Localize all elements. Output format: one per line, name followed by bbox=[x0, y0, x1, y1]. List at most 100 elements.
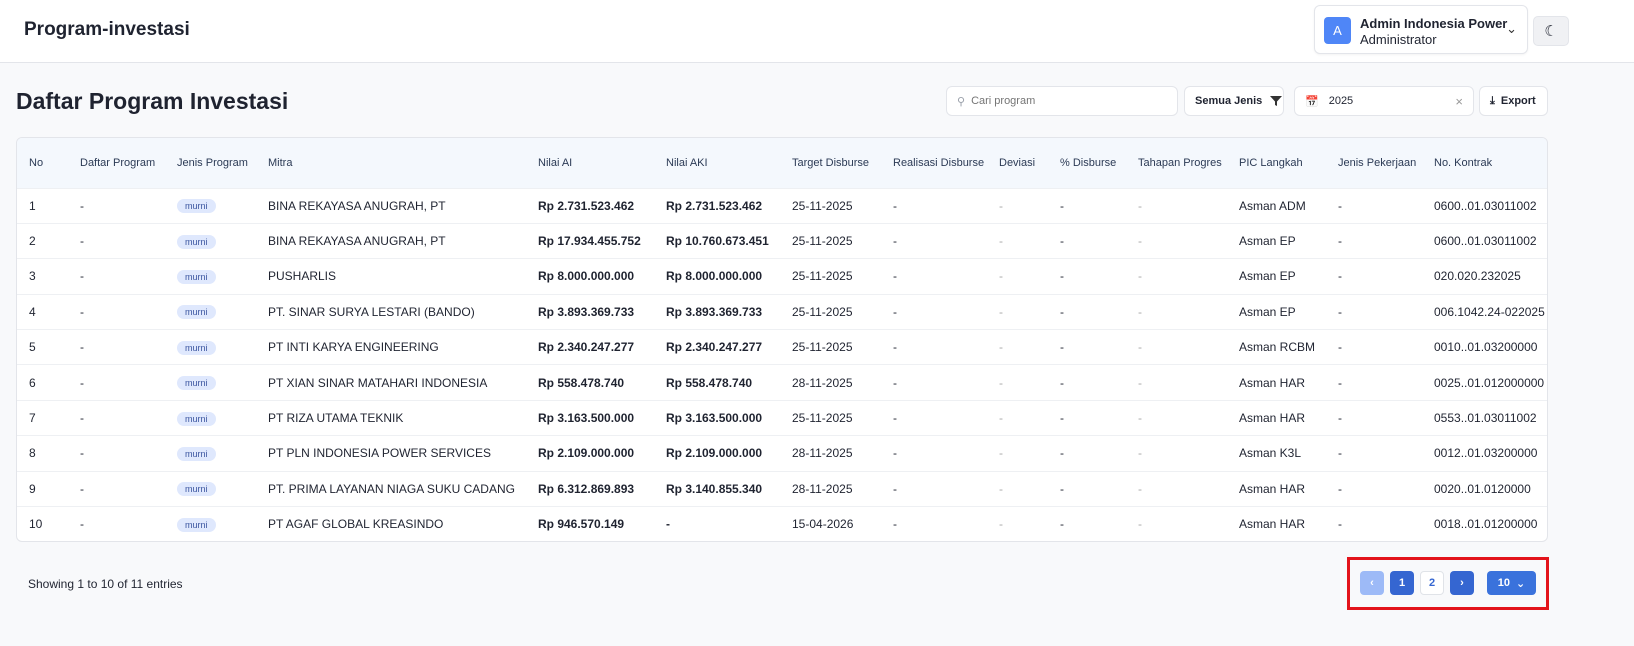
cell-mitra: PUSHARLIS bbox=[256, 258, 526, 295]
app-title: Program-investasi bbox=[24, 19, 190, 40]
column-header: Tahapan Progres bbox=[1126, 138, 1227, 188]
cell-no-kontrak: 0020..01.0120000 bbox=[1422, 470, 1547, 507]
cell-no: 5 bbox=[17, 329, 68, 365]
cell-deviasi: - bbox=[987, 293, 1048, 330]
table-row[interactable]: 10- murni PT AGAF GLOBAL KREASINDO Rp 946.5… bbox=[17, 506, 1547, 541]
table-row[interactable]: 2- murni BINA REKAYASA ANUGRAH, PT Rp 17.93… bbox=[17, 222, 1547, 259]
page-2-button[interactable]: 2 bbox=[1420, 571, 1444, 595]
page-1-button[interactable]: 1 bbox=[1390, 571, 1414, 595]
cell-disburse: - bbox=[1048, 187, 1126, 224]
page-size-value: 10 bbox=[1497, 577, 1511, 589]
cell-pic-langkah: Asman HAR bbox=[1227, 470, 1326, 507]
cell-disburse: - bbox=[1048, 435, 1126, 472]
cell-nilai-aki: Rp 2.340.247.277 bbox=[654, 329, 780, 365]
prev-page-button[interactable]: ‹ bbox=[1360, 571, 1384, 595]
column-header: Nilai AKI bbox=[654, 138, 780, 188]
cell-daftar-program: - bbox=[68, 435, 165, 472]
cell-jenis-pekerjaan: - bbox=[1326, 187, 1422, 224]
cell-daftar-program: - bbox=[68, 364, 165, 401]
cell-no-kontrak: 0600..01.03011002 bbox=[1422, 222, 1547, 259]
table-row[interactable]: 6- murni PT XIAN SINAR MATAHARI INDONESIA R… bbox=[17, 364, 1547, 401]
cell-daftar-program: - bbox=[68, 187, 165, 224]
search-input[interactable] bbox=[971, 95, 1162, 107]
cell-disburse: - bbox=[1048, 470, 1126, 507]
cell-daftar-program: - bbox=[68, 329, 165, 365]
cell-pic-langkah: Asman EP bbox=[1227, 293, 1326, 330]
top-bar: Program-investasi A Admin Indonesia Powe… bbox=[0, 0, 1634, 63]
page-size-select[interactable]: 10 ⌄ bbox=[1487, 571, 1536, 595]
cell-no: 9 bbox=[17, 470, 68, 507]
cell-target-disburse: 28-11-2025 bbox=[780, 470, 881, 507]
cell-nilai-ai: Rp 2.731.523.462 bbox=[526, 187, 654, 224]
cell-no-kontrak: 0012..01.03200000 bbox=[1422, 435, 1547, 472]
cell-jenis-program: murni bbox=[165, 222, 256, 259]
jenis-badge: murni bbox=[177, 376, 216, 391]
cell-jenis-program: murni bbox=[165, 399, 256, 436]
avatar: A bbox=[1324, 17, 1351, 44]
filter-label: Semua Jenis bbox=[1195, 95, 1263, 107]
cell-pic-langkah: Asman HAR bbox=[1227, 506, 1326, 541]
jenis-badge: murni bbox=[177, 269, 216, 284]
year-picker[interactable]: 📅 2025 × bbox=[1294, 86, 1474, 116]
cell-daftar-program: - bbox=[68, 293, 165, 330]
clear-icon[interactable]: × bbox=[1455, 94, 1463, 109]
jenis-badge: murni bbox=[177, 305, 216, 320]
cell-jenis-pekerjaan: - bbox=[1326, 293, 1422, 330]
cell-no-kontrak: 006.1042.24-022025 bbox=[1422, 293, 1547, 330]
export-button[interactable]: ⤓ Export bbox=[1479, 86, 1548, 116]
table-row[interactable]: 5- murni PT INTI KARYA ENGINEERING Rp 2.340… bbox=[17, 329, 1547, 365]
cell-nilai-ai: Rp 8.000.000.000 bbox=[526, 258, 654, 295]
jenis-filter-button[interactable]: Semua Jenis bbox=[1184, 86, 1284, 116]
table-row[interactable]: 8- murni PT PLN INDONESIA POWER SERVICES Rp… bbox=[17, 435, 1547, 472]
moon-icon: ☾ bbox=[1544, 23, 1558, 40]
column-header: Realisasi Disburse bbox=[881, 138, 987, 188]
cell-jenis-pekerjaan: - bbox=[1326, 506, 1422, 541]
jenis-badge: murni bbox=[177, 517, 216, 532]
cell-no-kontrak: 0018..01.01200000 bbox=[1422, 506, 1547, 541]
cell-no: 4 bbox=[17, 293, 68, 330]
cell-no: 8 bbox=[17, 435, 68, 472]
cell-nilai-ai: Rp 3.163.500.000 bbox=[526, 399, 654, 436]
cell-deviasi: - bbox=[987, 329, 1048, 365]
jenis-badge: murni bbox=[177, 234, 216, 249]
jenis-badge: murni bbox=[177, 199, 216, 214]
cell-no-kontrak: 0025..01.012000000 bbox=[1422, 364, 1547, 401]
cell-disburse: - bbox=[1048, 399, 1126, 436]
cell-disburse: - bbox=[1048, 258, 1126, 295]
column-header: PIC Langkah bbox=[1227, 138, 1326, 188]
cell-mitra: BINA REKAYASA ANUGRAH, PT bbox=[256, 187, 526, 224]
cell-pic-langkah: Asman K3L bbox=[1227, 435, 1326, 472]
cell-tahapan-progres: - bbox=[1126, 470, 1227, 507]
table-row[interactable]: 3- murni PUSHARLIS Rp 8.000.000.000 Rp 8.000… bbox=[17, 258, 1547, 295]
entries-info: Showing 1 to 10 of 11 entries bbox=[28, 577, 183, 591]
cell-target-disburse: 25-11-2025 bbox=[780, 293, 881, 330]
table-row[interactable]: 4- murni PT. SINAR SURYA LESTARI (BANDO) Rp… bbox=[17, 293, 1547, 330]
user-menu[interactable]: A Admin Indonesia Power Administrator ⌄ bbox=[1314, 5, 1528, 54]
cell-nilai-aki: Rp 10.760.673.451 bbox=[654, 222, 780, 259]
cell-mitra: PT PLN INDONESIA POWER SERVICES bbox=[256, 435, 526, 472]
theme-toggle-button[interactable]: ☾ bbox=[1533, 16, 1569, 46]
cell-realisasi-disburse: - bbox=[881, 187, 987, 224]
cell-realisasi-disburse: - bbox=[881, 329, 987, 365]
cell-pic-langkah: Asman RCBM bbox=[1227, 329, 1326, 365]
cell-jenis-program: murni bbox=[165, 364, 256, 401]
cell-realisasi-disburse: - bbox=[881, 506, 987, 541]
search-field[interactable]: ⚲ bbox=[946, 86, 1178, 116]
cell-deviasi: - bbox=[987, 506, 1048, 541]
page-title: Daftar Program Investasi bbox=[16, 88, 289, 114]
table-row[interactable]: 9- murni PT. PRIMA LAYANAN NIAGA SUKU CADA… bbox=[17, 470, 1547, 507]
user-role: Administrator bbox=[1360, 32, 1437, 47]
column-header: Daftar Program bbox=[68, 138, 165, 188]
cell-nilai-aki: Rp 3.893.369.733 bbox=[654, 293, 780, 330]
next-page-button[interactable]: › bbox=[1450, 571, 1474, 595]
cell-no-kontrak: 020.020.232025 bbox=[1422, 258, 1547, 295]
chevron-down-icon: ⌄ bbox=[1516, 577, 1526, 590]
chevron-down-icon: ⌄ bbox=[1506, 21, 1517, 36]
table-row[interactable]: 7- murni PT RIZA UTAMA TEKNIK Rp 3.163.500.… bbox=[17, 399, 1547, 436]
table-row[interactable]: 1- murni BINA REKAYASA ANUGRAH, PT Rp 2.731… bbox=[17, 187, 1547, 224]
cell-mitra: PT INTI KARYA ENGINEERING bbox=[256, 329, 526, 365]
cell-jenis-pekerjaan: - bbox=[1326, 364, 1422, 401]
cell-disburse: - bbox=[1048, 329, 1126, 365]
cell-jenis-pekerjaan: - bbox=[1326, 258, 1422, 295]
column-header: Mitra bbox=[256, 138, 526, 188]
